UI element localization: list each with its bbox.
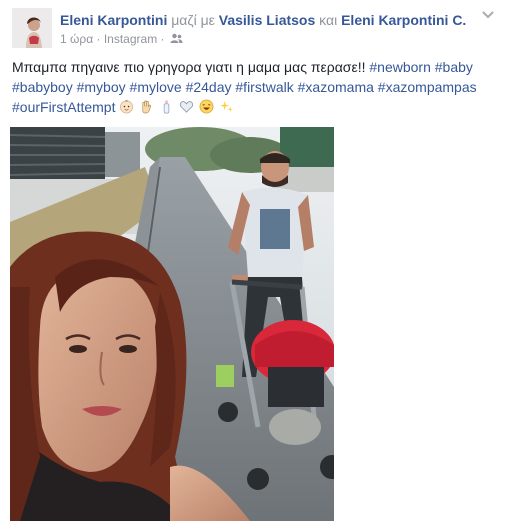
tagged-user-2-link[interactable]: Eleni Karpontini C. [341,12,466,28]
post-photo[interactable] [10,127,334,521]
hashtag-link[interactable]: #firstwalk [235,79,293,95]
hashtag-link[interactable]: #myboy [77,79,126,95]
baby-face-emoji [120,100,134,114]
friends-icon[interactable] [170,33,183,44]
facebook-post: Eleni Karpontini μαζί με Vasilis Liatsos… [0,0,505,532]
selfie-photo [10,127,334,521]
laughing-face-emoji [199,99,214,114]
author-name-link[interactable]: Eleni Karpontini [60,12,167,28]
hashtag-link[interactable]: #24day [186,79,232,95]
hashtag-link[interactable]: #mylove [130,79,182,95]
post-title-line: Eleni Karpontini μαζί με Vasilis Liatsos… [60,11,466,29]
post-meta: 1 ώρα · Instagram · [60,30,183,47]
meta-separator: · [96,31,101,46]
caption-text: Μπαμπα πηγαινε πιο γρηγορα γιατι η μαμα … [12,59,366,75]
hashtag-link[interactable]: #xazompampas [378,79,477,95]
author-avatar[interactable] [12,8,52,48]
hashtag-link[interactable]: #ourFirstAttempt [12,99,115,115]
hashtag-link[interactable]: #babyboy [12,79,73,95]
post-header: Eleni Karpontini μαζί με Vasilis Liatsos… [12,8,495,48]
hand-emoji [142,100,152,114]
meta-separator-2: · [160,31,165,46]
tagged-user-1-link[interactable]: Vasilis Liatsos [219,12,316,28]
timestamp-link[interactable]: 1 ώρα [60,32,93,46]
hashtag-link[interactable]: #xazomama [298,79,374,95]
chevron-down-icon[interactable] [481,10,495,20]
hashtag-link[interactable]: #newborn [369,59,431,75]
heart-emoji [179,101,194,113]
post-caption: Μπαμπα πηγαινε πιο γρηγορα γιατι η μαμα … [12,57,497,117]
sparkles-emoji [219,100,233,113]
with-label: μαζί με [171,12,215,28]
hashtag-link[interactable]: #baby [435,59,473,75]
source-link[interactable]: Instagram [104,32,157,46]
baby-bottle-emoji [163,99,170,114]
and-label: και [319,12,338,28]
